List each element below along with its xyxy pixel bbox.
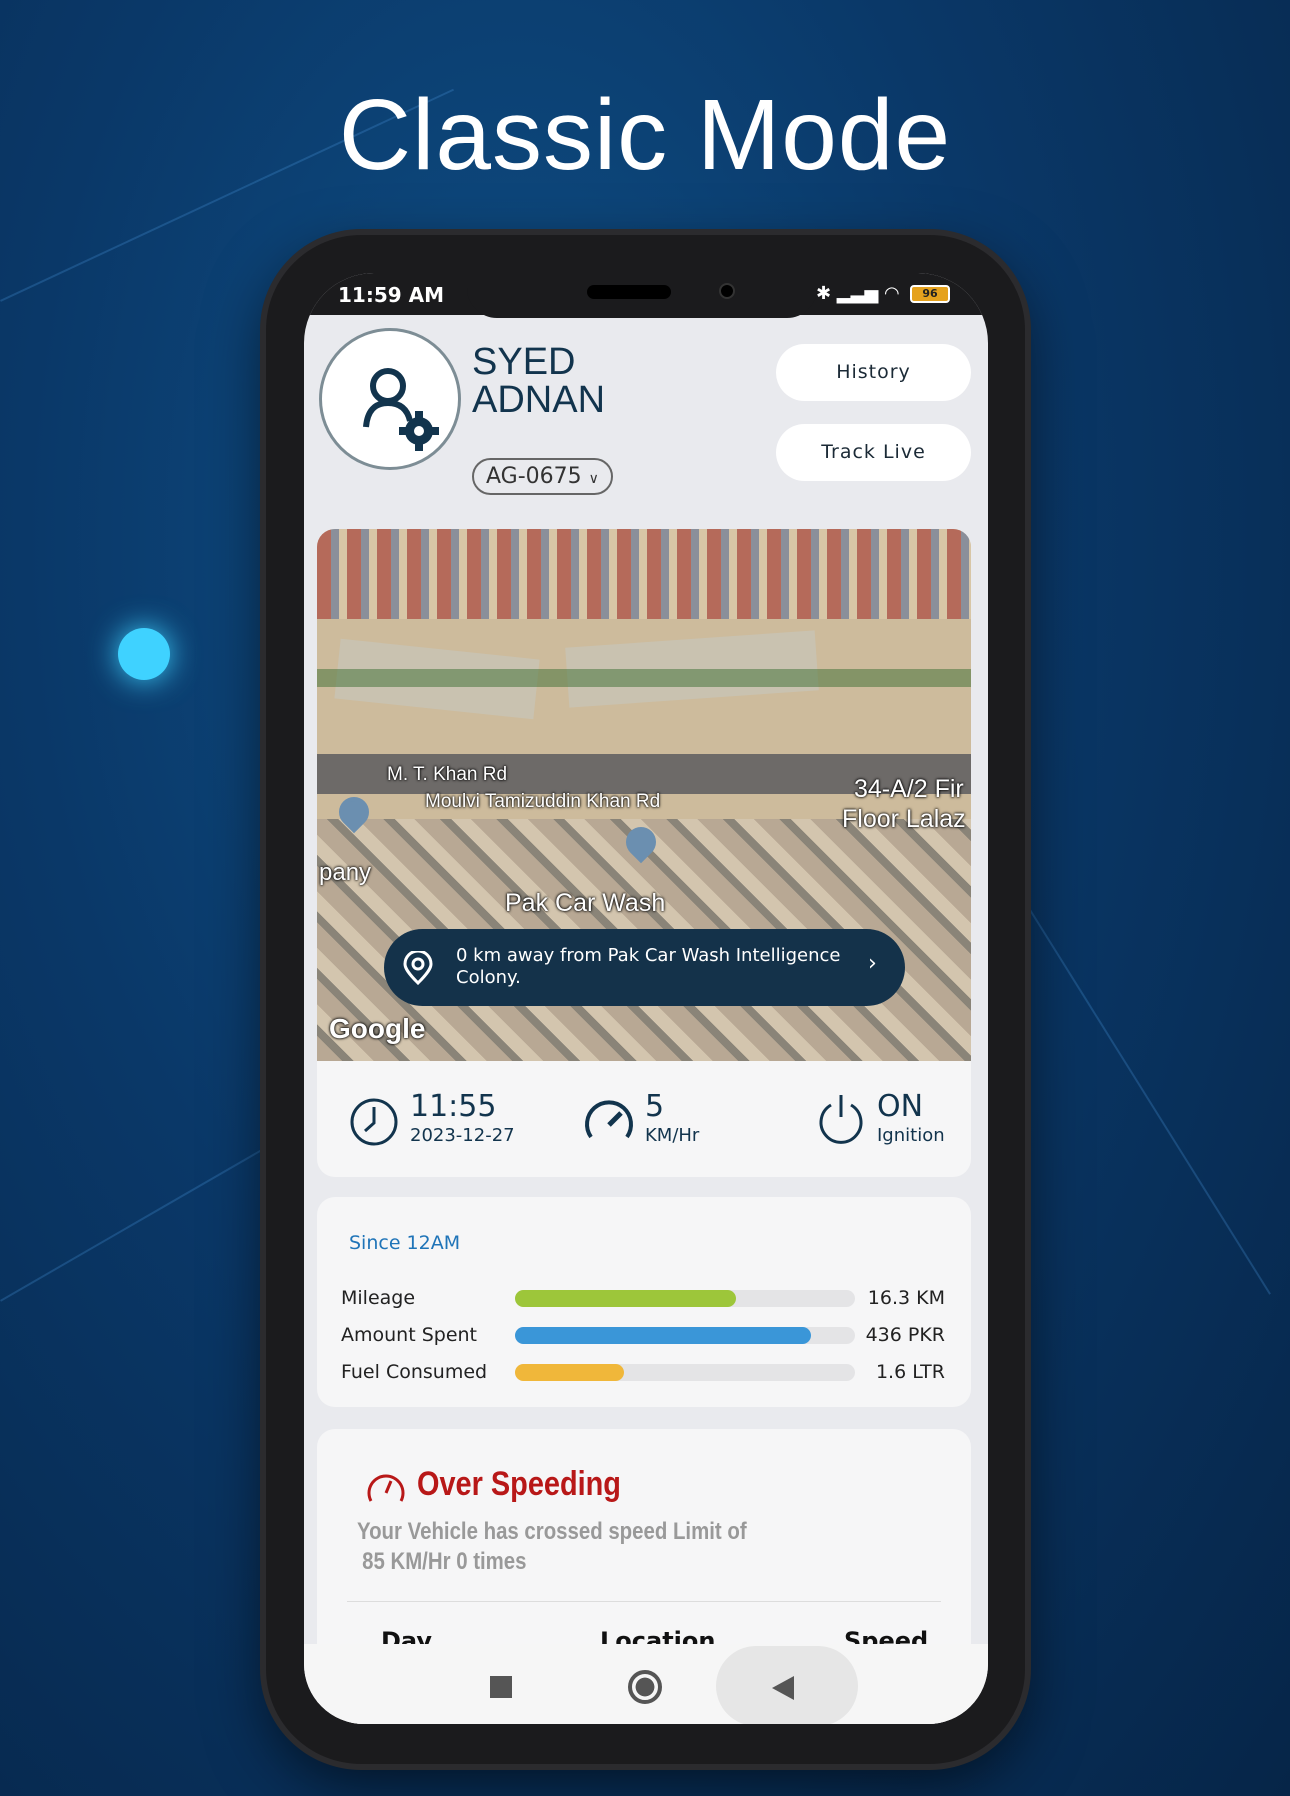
location-banner[interactable]: 0 km away from Pak Car Wash Intelligence…: [384, 929, 905, 1006]
location-text: 0 km away from Pak Car Wash Intelligence…: [456, 945, 841, 988]
user-first-name: SYED: [472, 341, 576, 383]
map-label: pany: [319, 859, 372, 886]
progress-bar: [515, 1290, 855, 1307]
home-icon[interactable]: [628, 1670, 662, 1704]
phone-screen: 11:59 AM ✱ ▂▃▅ ◠ 96 SYED ADNAN AG-0675 ∨…: [304, 273, 988, 1724]
summary-value: 16.3 KM: [867, 1287, 945, 1309]
speedometer-icon: [585, 1100, 633, 1139]
vehicle-value: AG-0675: [486, 464, 582, 489]
status-time: 11:59 AM: [338, 283, 445, 307]
progress-bar: [515, 1327, 855, 1344]
camera: [719, 283, 735, 299]
progress-fill: [515, 1290, 736, 1307]
map-label: Floor Lalaz: [842, 805, 966, 833]
nav-bar: [304, 1644, 988, 1724]
location-pin-icon: [403, 951, 433, 985]
over-speeding-title: Over Speeding: [417, 1465, 621, 1503]
progress-fill: [515, 1327, 811, 1344]
map-label: 34-A/2 Fir: [854, 775, 964, 803]
user-last-name: ADNAN: [472, 379, 606, 421]
clock-icon: [350, 1098, 398, 1146]
google-attribution: Google: [329, 1013, 426, 1044]
avatar[interactable]: [319, 328, 461, 470]
summary-card: Since 12AM Mileage 16.3 KM Amount Spent 4…: [317, 1197, 971, 1407]
ignition-value: ON: [877, 1089, 924, 1124]
summary-value: 1.6 LTR: [875, 1361, 945, 1383]
bg-glow-dot: [118, 628, 170, 680]
user-settings-icon: [363, 368, 439, 451]
message-line: Your Vehicle has crossed speed Limit of: [357, 1518, 747, 1545]
speed-unit: KM/Hr: [645, 1125, 700, 1146]
notch: [467, 273, 817, 318]
vehicle-dropdown[interactable]: AG-0675 ∨: [472, 458, 613, 495]
progress-bar: [515, 1364, 855, 1381]
speaker: [587, 285, 671, 299]
message-line: 85 KM/Hr 0 times: [362, 1548, 527, 1575]
chevron-right-icon: ›: [868, 951, 877, 976]
progress-fill: [515, 1364, 624, 1381]
map-view[interactable]: M. T. Khan Rd Moulvi Tamizuddin Khan Rd …: [317, 529, 971, 1061]
summary-label: Amount Spent: [341, 1324, 478, 1346]
track-live-button[interactable]: Track Live: [776, 424, 971, 481]
speedometer-alert-icon: [367, 1474, 405, 1502]
divider: [347, 1601, 941, 1602]
speed-value: 5: [645, 1089, 665, 1124]
map-label: Pak Car Wash: [505, 889, 666, 917]
status-card: 11:55 2023-12-27 5 KM/Hr ON Ignition: [317, 1061, 971, 1177]
history-button[interactable]: History: [776, 344, 971, 401]
last-time: 11:55: [410, 1089, 497, 1124]
back-button[interactable]: [716, 1646, 858, 1724]
ignition-label: Ignition: [877, 1125, 945, 1146]
over-speeding-message: Your Vehicle has crossed speed Limit of …: [357, 1517, 747, 1577]
headline: Classic Mode: [338, 79, 952, 191]
chevron-down-icon: ∨: [588, 471, 599, 487]
last-date: 2023-12-27: [410, 1125, 515, 1146]
power-icon: [819, 1095, 863, 1144]
summary-label: Fuel Consumed: [341, 1361, 488, 1383]
summary-title: Since 12AM: [349, 1232, 461, 1254]
map-label: M. T. Khan Rd: [387, 764, 508, 785]
battery-icon: 96: [910, 285, 950, 303]
summary-label: Mileage: [341, 1287, 416, 1309]
back-icon: [772, 1676, 794, 1700]
map-label: Moulvi Tamizuddin Khan Rd: [425, 791, 661, 812]
recents-icon[interactable]: [490, 1676, 512, 1698]
signal-wifi-icon: ✱ ▂▃▅ ◠: [816, 283, 900, 304]
summary-value: 436 PKR: [865, 1324, 945, 1346]
